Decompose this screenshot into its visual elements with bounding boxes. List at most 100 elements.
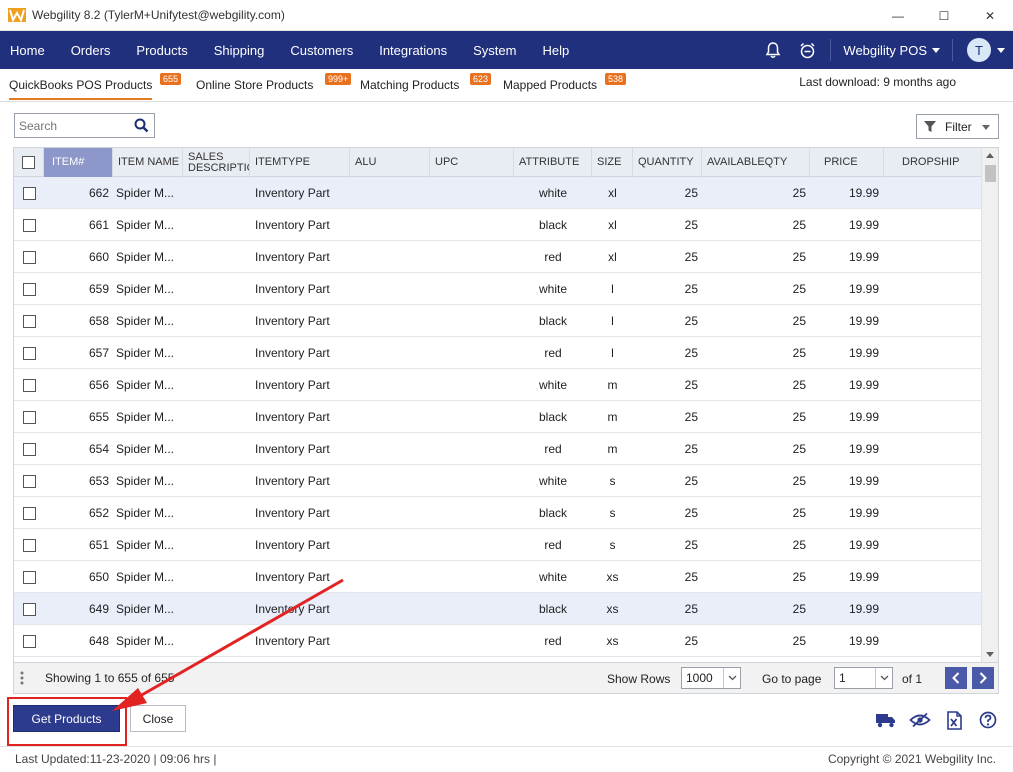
column-header-upc[interactable]: UPC [430, 148, 514, 177]
count-badge: 623 [470, 73, 492, 85]
scroll-down-icon[interactable] [986, 652, 994, 657]
table-row[interactable]: 658 Spider M... Inventory Part black l 25 25 19… [14, 305, 982, 337]
nav-shipping[interactable]: Shipping [201, 31, 278, 69]
column-header-item-name[interactable]: ITEM NAME [113, 148, 183, 177]
chevron-down-icon[interactable] [997, 47, 1005, 53]
table-row[interactable]: 652 Spider M... Inventory Part black s 25 25 19… [14, 497, 982, 529]
alarm-button[interactable] [790, 31, 824, 69]
cell-attr: red [544, 634, 562, 648]
get-products-button[interactable]: Get Products [13, 705, 120, 732]
show-rows-select[interactable]: 1000 [681, 667, 741, 689]
table-row[interactable]: 657 Spider M... Inventory Part red l 25 25 19.9… [14, 337, 982, 369]
column-header-item-number[interactable]: ITEM# [44, 148, 113, 177]
table-row[interactable]: 651 Spider M... Inventory Part red s 25 25 19.9… [14, 529, 982, 561]
column-header-price[interactable]: PRICE [810, 148, 884, 177]
close-window-button[interactable]: ✕ [967, 0, 1013, 31]
table-row[interactable]: 656 Spider M... Inventory Part white m 25 25 19… [14, 369, 982, 401]
row-checkbox[interactable] [22, 378, 36, 392]
grip-icon[interactable] [20, 671, 24, 685]
column-header-dropship[interactable]: DROPSHIP [884, 148, 982, 177]
row-checkbox[interactable] [22, 570, 36, 584]
cell-item: 659 [88, 282, 109, 296]
next-page-button[interactable] [972, 667, 994, 689]
nav-products[interactable]: Products [123, 31, 200, 69]
close-button[interactable]: Close [130, 705, 186, 732]
row-checkbox[interactable] [22, 250, 36, 264]
bell-icon [766, 41, 781, 58]
row-checkbox[interactable] [22, 506, 36, 520]
table-row[interactable]: 653 Spider M... Inventory Part white s 25 25 19… [14, 465, 982, 497]
cell-size: s [609, 538, 616, 552]
cell-item: 660 [88, 250, 109, 264]
maximize-button[interactable]: ☐ [921, 0, 967, 31]
cell-price: 19.99 [848, 282, 879, 296]
column-header-size[interactable]: SIZE [592, 148, 633, 177]
page-number-select[interactable]: 1 [834, 667, 893, 689]
cell-desc [183, 593, 250, 625]
previous-page-button[interactable] [945, 667, 967, 689]
tab-matching-products[interactable]: Matching Products 623 [360, 73, 492, 92]
notifications-button[interactable] [756, 31, 790, 69]
search-icon [134, 118, 148, 133]
cell-item: 657 [88, 346, 109, 360]
row-checkbox[interactable] [22, 442, 36, 456]
row-checkbox[interactable] [22, 282, 36, 296]
row-checkbox[interactable] [22, 474, 36, 488]
row-checkbox[interactable] [22, 218, 36, 232]
nav-system[interactable]: System [460, 31, 529, 69]
nav-orders[interactable]: Orders [58, 31, 124, 69]
last-download-text: Last download: 9 months ago [799, 75, 956, 89]
cell-desc [183, 529, 250, 561]
tab-mapped-products[interactable]: Mapped Products 538 [503, 73, 627, 92]
cell-drop [884, 369, 982, 401]
nav-right: Webgility POS T [756, 31, 1013, 69]
tab-quickbooks-pos-products[interactable]: QuickBooks POS Products 655 [9, 73, 182, 100]
table-row[interactable]: 661 Spider M... Inventory Part black xl 25 25 1… [14, 209, 982, 241]
table-row[interactable]: 654 Spider M... Inventory Part red m 25 25 19.9… [14, 433, 982, 465]
scroll-up-icon[interactable] [986, 153, 994, 158]
table-row[interactable]: 662 Spider M... Inventory Part white xl 25 25 1… [14, 177, 982, 209]
cell-attr: white [538, 378, 567, 392]
row-checkbox[interactable] [22, 602, 36, 616]
help-button[interactable] [971, 708, 1005, 732]
row-checkbox[interactable] [22, 186, 36, 200]
row-checkbox[interactable] [22, 314, 36, 328]
search-button[interactable] [131, 116, 151, 136]
row-checkbox[interactable] [22, 538, 36, 552]
nav-integrations[interactable]: Integrations [366, 31, 460, 69]
table-row[interactable]: 648 Spider M... Inventory Part red xs 25 25 19.… [14, 625, 982, 657]
filter-dropdown[interactable]: Filter [916, 114, 999, 139]
row-checkbox[interactable] [22, 634, 36, 648]
column-header-attribute[interactable]: ATTRIBUTE [514, 148, 592, 177]
table-row[interactable]: 649 Spider M... Inventory Part black xs 25 25 1… [14, 593, 982, 625]
nav-customers[interactable]: Customers [277, 31, 366, 69]
company-selector[interactable]: Webgility POS [837, 43, 946, 58]
table-row[interactable]: 655 Spider M... Inventory Part black m 25 25 19… [14, 401, 982, 433]
shipping-truck-button[interactable] [869, 708, 903, 732]
column-header-alu[interactable]: ALU [350, 148, 430, 177]
vertical-scrollbar[interactable] [981, 148, 998, 662]
row-checkbox[interactable] [22, 410, 36, 424]
tab-online-store-products[interactable]: Online Store Products 999+ [196, 73, 352, 92]
cell-type: Inventory Part [255, 442, 330, 456]
column-header-quantity[interactable]: QUANTITY [633, 148, 702, 177]
table-header: ITEM# ITEM NAME SALES DESCRIPTION ITEMTY… [14, 148, 982, 177]
hide-button[interactable] [903, 708, 937, 732]
export-excel-button[interactable] [937, 708, 971, 732]
scroll-thumb[interactable] [985, 165, 996, 182]
table-row[interactable]: 659 Spider M... Inventory Part white l 25 25 19… [14, 273, 982, 305]
select-all-checkbox[interactable] [22, 156, 35, 169]
avatar[interactable]: T [967, 38, 991, 62]
nav-help[interactable]: Help [529, 31, 582, 69]
column-header-availableqty[interactable]: AVAILABLEQTY [702, 148, 810, 177]
cell-name: Spider M... [116, 346, 175, 360]
column-header-itemtype[interactable]: ITEMTYPE [250, 148, 350, 177]
row-checkbox[interactable] [22, 346, 36, 360]
column-header-sales-description[interactable]: SALES DESCRIPTION [183, 148, 250, 177]
minimize-button[interactable]: — [875, 0, 921, 31]
table-row[interactable]: 650 Spider M... Inventory Part white xs 25 25 1… [14, 561, 982, 593]
table-row[interactable]: 660 Spider M... Inventory Part red xl 25 25 19.… [14, 241, 982, 273]
search-input[interactable] [15, 114, 131, 137]
cell-size: xs [606, 602, 619, 616]
nav-home[interactable]: Home [0, 31, 58, 69]
